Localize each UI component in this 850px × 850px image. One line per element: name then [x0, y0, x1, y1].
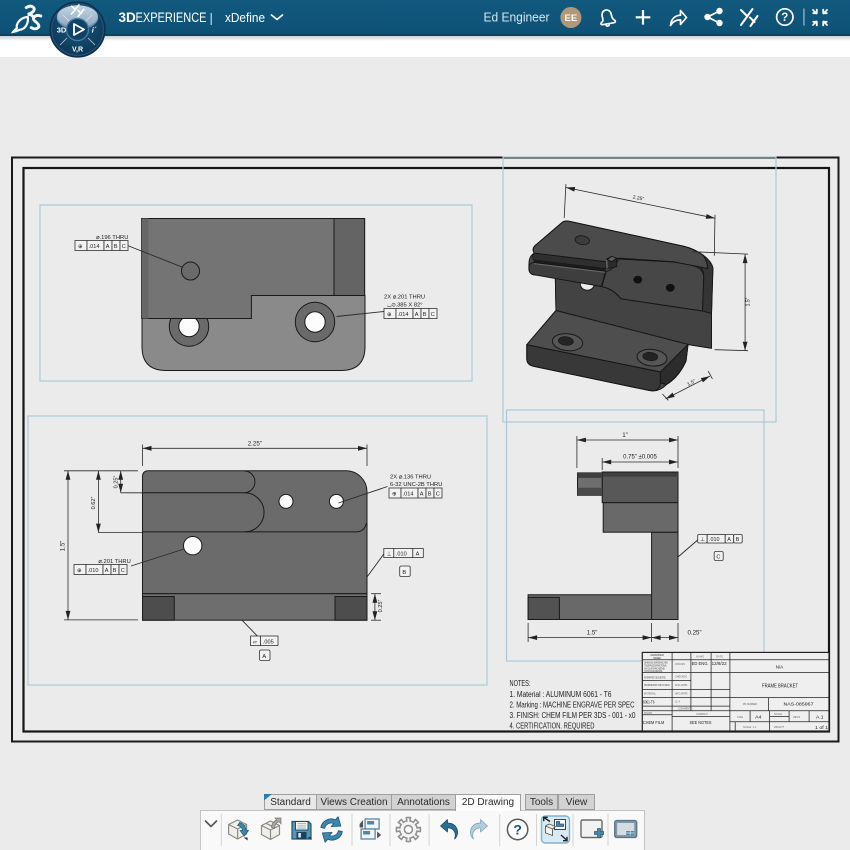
svg-text:ENG APPR.: ENG APPR. [675, 684, 688, 687]
svg-text:REV: REV [793, 716, 798, 719]
svg-text:WEIGHT: WEIGHT [774, 726, 784, 729]
svg-text:INTERPRET GEOMETRIC: INTERPRET GEOMETRIC [644, 677, 666, 680]
svg-text:Q.A.: Q.A. [675, 701, 681, 704]
svg-text:.014: .014 [89, 244, 100, 250]
svg-text:⊕: ⊕ [78, 244, 83, 250]
svg-text:A.1: A.1 [816, 714, 824, 719]
svg-text:A: A [262, 654, 266, 660]
svg-text:3. FINISH: CHEM FILM PER 3DS -: 3. FINISH: CHEM FILM PER 3DS - 001 - x0 [510, 711, 637, 720]
svg-text:NAS-085967: NAS-085967 [784, 701, 815, 706]
svg-text:⊕: ⊕ [392, 492, 397, 498]
svg-text:SCALE: 1:1: SCALE: 1:1 [743, 726, 757, 729]
svg-text:⊥: ⊥ [387, 551, 392, 558]
svg-text:3D: 3D [119, 10, 137, 25]
svg-text:.010: .010 [396, 552, 407, 558]
svg-text:?: ? [513, 822, 522, 838]
svg-text:C: C [431, 312, 435, 318]
svg-text:B: B [736, 537, 740, 543]
svg-text:⊕: ⊕ [77, 568, 82, 574]
svg-text:.010: .010 [88, 568, 99, 574]
svg-text:2X ⌀.201 THRU: 2X ⌀.201 THRU [384, 295, 425, 301]
svg-text:DATE: DATE [716, 656, 723, 659]
svg-text:|: | [210, 11, 213, 26]
svg-text:.010: .010 [709, 537, 720, 543]
svg-text:1.5”: 1.5” [60, 541, 67, 552]
svg-text:B: B [114, 244, 118, 250]
svg-text:SCALE: SCALE [774, 713, 782, 716]
svg-text:.005: .005 [263, 640, 274, 646]
svg-text:0.62”: 0.62” [91, 496, 97, 509]
svg-text:2X ⌀.136 THRU: 2X ⌀.136 THRU [390, 475, 431, 481]
svg-text:0.25”: 0.25” [687, 630, 701, 637]
svg-text:6-32 UNC-2B THRU: 6-32 UNC-2B THRU [390, 482, 442, 488]
svg-text:A: A [106, 244, 110, 250]
svg-text:.014: .014 [403, 492, 414, 498]
svg-text:4. CERTIFICATION. REQUIRED: 4. CERTIFICATION. REQUIRED [510, 722, 595, 731]
svg-text:1.5”: 1.5” [746, 297, 752, 306]
svg-text:B: B [423, 312, 427, 318]
svg-text:.014: .014 [398, 312, 409, 318]
svg-text:~: ~ [798, 714, 801, 719]
svg-text:6061-T6: 6061-T6 [643, 699, 655, 704]
svg-text:A: A [416, 552, 420, 558]
svg-text:1 of 1: 1 of 1 [815, 725, 829, 730]
svg-text:CHECKED: CHECKED [675, 676, 687, 679]
svg-text:EXPERIENCE: EXPERIENCE [136, 10, 207, 25]
svg-text:NOTES:: NOTES: [510, 679, 531, 688]
svg-text:ED ENG.: ED ENG. [692, 661, 709, 666]
svg-text:MFG APPR.: MFG APPR. [675, 693, 688, 696]
svg-text:B: B [428, 492, 432, 498]
svg-text:0.25”: 0.25” [113, 475, 119, 488]
svg-text:A: A [415, 312, 419, 318]
svg-text:PD NUMBER: PD NUMBER [743, 703, 757, 706]
svg-text:1.5”: 1.5” [587, 630, 598, 637]
svg-text:MATERIAL: MATERIAL [644, 693, 657, 696]
svg-text:A4: A4 [755, 714, 762, 719]
svg-text:1”: 1” [622, 432, 628, 439]
svg-text:0.75” ±0.005: 0.75” ±0.005 [623, 455, 657, 461]
svg-text:COMMENTS:: COMMENTS: [678, 708, 693, 711]
svg-text:3D: 3D [57, 26, 67, 35]
svg-text:A: A [420, 492, 424, 498]
svg-text:DRAWN: DRAWN [675, 663, 685, 666]
svg-text:B: B [402, 570, 406, 576]
svg-text:EE: EE [565, 13, 578, 24]
svg-text:C: C [121, 568, 125, 574]
svg-text:C: C [122, 244, 126, 250]
svg-text:A: A [105, 568, 109, 574]
svg-text:⌀.201 THRU: ⌀.201 THRU [98, 559, 130, 565]
svg-text:SEE NOTES: SEE NOTES [690, 720, 712, 726]
svg-text:TWO PLACE DECIMAL: TWO PLACE DECIMAL [644, 670, 664, 673]
svg-text:C: C [436, 492, 440, 498]
svg-text:▱: ▱ [253, 640, 258, 646]
svg-text:FRAME BRACKET: FRAME BRACKET [762, 684, 798, 690]
svg-text:2.25”: 2.25” [248, 440, 262, 447]
svg-text:2. Marking : MACHINE ENGRAVE P: 2. Marking : MACHINE ENGRAVE PER SPEC [510, 701, 635, 710]
svg-text:PROPRIETARY AND CONFID.: PROPRIETARY AND CONFID. [644, 684, 670, 687]
svg-text:?: ? [781, 12, 788, 24]
svg-text:SPECIFIED: SPECIFIED [653, 657, 661, 660]
svg-text:C: C [716, 555, 720, 561]
svg-text:V,R: V,R [72, 47, 83, 54]
svg-text:⊕: ⊕ [387, 312, 392, 318]
svg-text:CHEM FILM: CHEM FILM [643, 720, 665, 726]
svg-text:COMPANY: COMPANY [696, 713, 708, 716]
svg-text:⊥: ⊥ [700, 537, 705, 543]
svg-text:1.5”: 1.5” [686, 378, 697, 387]
svg-text:1. Material : ALUMINUM 6061 -: 1. Material : ALUMINUM 6061 - T6 [510, 690, 612, 699]
svg-text:A: A [727, 537, 731, 543]
svg-text:FINISH: FINISH [644, 712, 652, 715]
svg-text:12/8/22: 12/8/22 [712, 661, 727, 666]
svg-text:⌴⌀.385 X 82°: ⌴⌀.385 X 82° [387, 303, 423, 309]
svg-text:N/A: N/A [776, 664, 784, 669]
svg-text:NAME: NAME [696, 656, 704, 659]
svg-text:xDefine: xDefine [225, 10, 265, 25]
svg-text:Ed Engineer: Ed Engineer [484, 11, 550, 25]
svg-text:B: B [113, 568, 117, 574]
svg-text:0.25”: 0.25” [378, 599, 384, 612]
svg-text:i´: i´ [92, 26, 97, 35]
svg-text:SIZE: SIZE [737, 716, 743, 719]
